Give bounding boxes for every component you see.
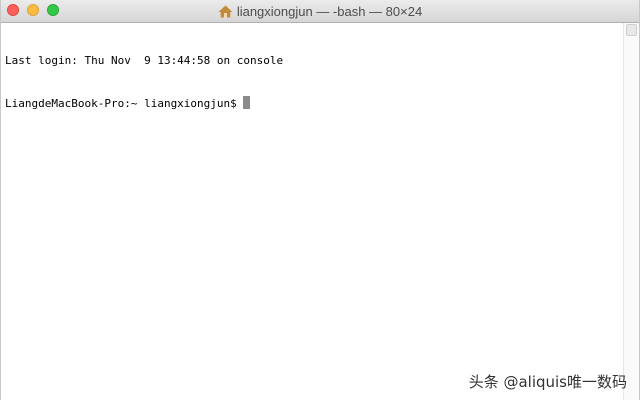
text-cursor	[243, 96, 251, 109]
window-title-container: liangxiongjun — -bash — 80×24	[1, 0, 639, 22]
window-title: liangxiongjun — -bash — 80×24	[236, 3, 423, 19]
scroll-thumb[interactable]	[626, 24, 637, 36]
vertical-scrollbar[interactable]	[623, 23, 639, 400]
terminal-line-login: Last login: Thu Nov 9 13:44:58 on consol…	[5, 54, 284, 67]
home-icon	[218, 5, 233, 17]
terminal-line-prompt: LiangdeMacBook-Pro:~ liangxiongjun$	[5, 96, 623, 110]
title-bar[interactable]: liangxiongjun — -bash — 80×24	[1, 0, 639, 23]
watermark-text: 头条 @aliquis唯一数码	[468, 373, 627, 391]
terminal-output[interactable]: Last login: Thu Nov 9 13:44:58 on consol…	[1, 23, 623, 400]
terminal-window: liangxiongjun — -bash — 80×24 Last login…	[0, 0, 640, 400]
prompt-text: LiangdeMacBook-Pro:~ liangxiongjun$	[5, 97, 244, 110]
